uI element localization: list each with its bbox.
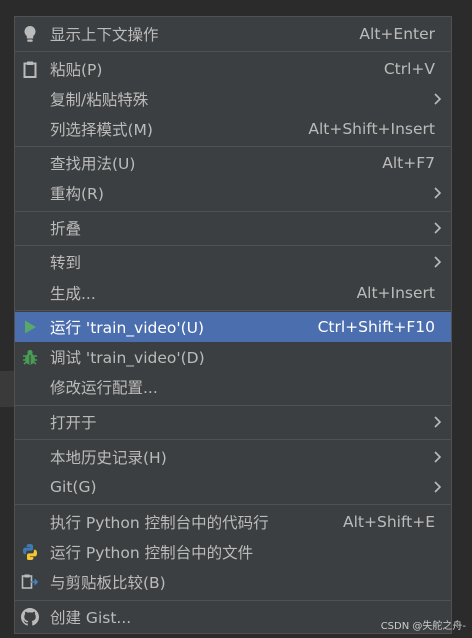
menu-item-label: 本地历史记录(H) <box>50 449 167 467</box>
menu-item-label: 粘贴(P) <box>50 61 103 79</box>
menu-separator <box>15 439 451 440</box>
context-menu: 显示上下文操作 Alt+Enter 粘贴(P) Ctrl+V 复制/粘贴特殊 列… <box>14 16 452 634</box>
menu-separator <box>15 600 451 601</box>
menu-item-label: 重构(R) <box>50 185 104 203</box>
menu-item-label: 查找用法(U) <box>50 155 136 173</box>
menu-item-show-context-actions[interactable]: 显示上下文操作 Alt+Enter <box>15 19 451 49</box>
menu-item-generate[interactable]: 生成... Alt+Insert <box>15 278 451 308</box>
menu-item-label: 调试 'train_video'(D) <box>50 349 205 367</box>
menu-item-modify-run-configuration[interactable]: 修改运行配置... <box>15 372 451 402</box>
compare-clipboard-icon <box>21 573 39 591</box>
chevron-right-icon <box>431 91 443 107</box>
menu-item-run-file-in-python-console[interactable]: 运行 Python 控制台中的文件 <box>15 537 451 567</box>
menu-item-label: 显示上下文操作 <box>50 26 159 44</box>
menu-separator <box>15 504 451 505</box>
menu-item-label: 运行 Python 控制台中的文件 <box>50 544 254 562</box>
menu-item-compare-with-clipboard[interactable]: 与剪贴板比较(B) <box>15 567 451 597</box>
menu-separator <box>15 245 451 246</box>
menu-item-label: 修改运行配置... <box>50 379 158 397</box>
menu-item-git[interactable]: Git(G) <box>15 472 451 502</box>
menu-item-label: 与剪贴板比较(B) <box>50 574 166 592</box>
run-triangle-icon <box>21 318 39 336</box>
chevron-right-icon <box>431 185 443 201</box>
menu-item-go-to[interactable]: 转到 <box>15 247 451 277</box>
menu-item-local-history[interactable]: 本地历史记录(H) <box>15 442 451 472</box>
menu-item-label: 创建 Gist... <box>50 609 132 627</box>
lightbulb-icon <box>21 25 39 43</box>
menu-item-label: Git(G) <box>50 478 97 496</box>
menu-item-shortcut: Alt+Insert <box>356 284 435 302</box>
chevron-right-icon <box>431 414 443 430</box>
chevron-right-icon <box>431 254 443 270</box>
menu-item-label: 执行 Python 控制台中的代码行 <box>50 514 269 532</box>
python-logo-icon <box>21 543 39 561</box>
menu-item-label: 复制/粘贴特殊 <box>50 91 149 109</box>
menu-item-label: 运行 'train_video'(U) <box>50 319 205 337</box>
menu-item-run-train-video[interactable]: 运行 'train_video'(U) Ctrl+Shift+F10 <box>15 312 451 342</box>
menu-item-folding[interactable]: 折叠 <box>15 213 451 243</box>
github-icon <box>21 608 39 626</box>
menu-item-label: 折叠 <box>50 220 82 238</box>
menu-item-copy-paste-special[interactable]: 复制/粘贴特殊 <box>15 84 451 114</box>
menu-separator <box>15 405 451 406</box>
chevron-right-icon <box>431 479 443 495</box>
menu-item-debug-train-video[interactable]: 调试 'train_video'(D) <box>15 342 451 372</box>
editor-gutter-highlight <box>0 371 14 407</box>
menu-item-shortcut: Alt+F7 <box>382 154 435 172</box>
menu-item-refactor[interactable]: 重构(R) <box>15 178 451 208</box>
chevron-right-icon <box>431 220 443 236</box>
menu-item-shortcut: Ctrl+Shift+F10 <box>317 318 435 336</box>
menu-item-label: 转到 <box>50 254 82 272</box>
debug-bug-icon <box>21 348 39 366</box>
menu-separator <box>15 310 451 311</box>
menu-item-paste[interactable]: 粘贴(P) Ctrl+V <box>15 54 451 84</box>
clipboard-icon <box>21 60 39 78</box>
menu-item-shortcut: Ctrl+V <box>383 60 435 78</box>
menu-item-shortcut: Alt+Enter <box>359 25 435 43</box>
menu-separator <box>15 146 451 147</box>
menu-item-execute-line-in-python-console[interactable]: 执行 Python 控制台中的代码行 Alt+Shift+E <box>15 507 451 537</box>
menu-item-shortcut: Alt+Shift+Insert <box>308 120 435 138</box>
menu-item-open-in[interactable]: 打开于 <box>15 407 451 437</box>
watermark: CSDN @失舵之舟- <box>380 621 466 632</box>
menu-item-label: 生成... <box>50 285 96 303</box>
chevron-right-icon <box>431 449 443 465</box>
menu-item-column-selection-mode[interactable]: 列选择模式(M) Alt+Shift+Insert <box>15 114 451 144</box>
menu-item-shortcut: Alt+Shift+E <box>343 513 435 531</box>
menu-item-find-usages[interactable]: 查找用法(U) Alt+F7 <box>15 148 451 178</box>
menu-separator <box>15 211 451 212</box>
menu-item-label: 列选择模式(M) <box>50 121 153 139</box>
menu-item-label: 打开于 <box>50 414 97 432</box>
menu-separator <box>15 51 451 52</box>
